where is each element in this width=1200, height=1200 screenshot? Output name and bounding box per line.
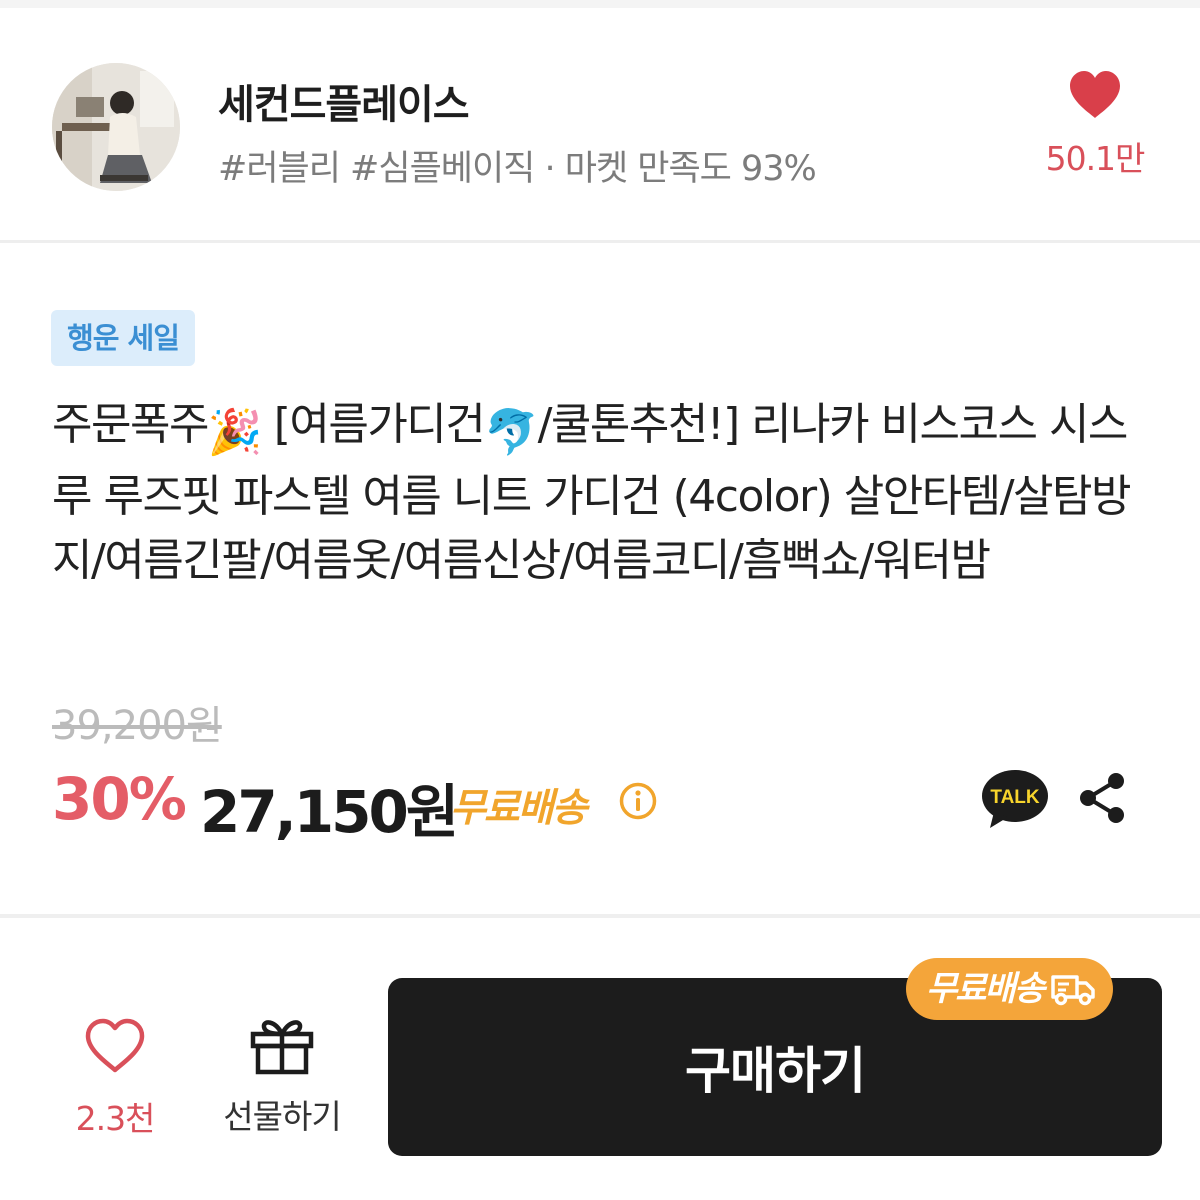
- top-divider: [0, 0, 1200, 8]
- dolphin-icon: 🐬: [484, 407, 539, 458]
- truck-icon: [1051, 975, 1095, 1006]
- free-shipping-tag-label: 무료배송: [926, 969, 1045, 1009]
- lucky-sale-badge: 행운 세일: [51, 310, 195, 366]
- product-like-button[interactable]: 2.3천: [60, 1018, 170, 1140]
- shop-like-count: 50.1만: [1045, 139, 1146, 178]
- party-popper-icon: 🎉: [207, 407, 263, 458]
- gift-icon: [250, 1020, 314, 1075]
- shop-like-button[interactable]: 50.1만: [1040, 70, 1150, 180]
- share-icon[interactable]: [1076, 770, 1128, 826]
- free-shipping-label: 무료배송: [450, 786, 588, 831]
- title-text-1: 주문폭주: [52, 399, 209, 450]
- discount-rate: 30%: [52, 765, 187, 833]
- kakao-talk-icon[interactable]: TALK: [980, 768, 1050, 830]
- heart-filled-icon: [1070, 71, 1120, 118]
- original-price: 39,200원: [52, 703, 223, 749]
- talk-label: TALK: [990, 787, 1040, 808]
- free-shipping-tag: 무료배송: [906, 958, 1114, 1020]
- info-icon[interactable]: [618, 781, 658, 821]
- sale-price: 27,150원: [200, 778, 459, 846]
- product-like-count: 2.3천: [75, 1099, 156, 1138]
- shop-tags: #러블리 #심플베이직 · 마켓 만족도 93%: [218, 149, 817, 189]
- shop-name[interactable]: 세컨드플레이스: [218, 72, 470, 130]
- section-divider: [0, 914, 1200, 918]
- product-title: 주문폭주🎉 [여름가디건🐬/쿨톤추천!] 리나카 비스코스 시스루 루즈핏 파스…: [52, 393, 1152, 593]
- gift-label: 선물하기: [223, 1097, 341, 1136]
- bottom-action-bar: 2.3천 선물하기 구매하기 무료배송: [0, 930, 1200, 1200]
- heart-outline-icon: [85, 1018, 145, 1073]
- gift-button[interactable]: 선물하기: [212, 1014, 352, 1138]
- shop-header[interactable]: 세컨드플레이스 #러블리 #심플베이직 · 마켓 만족도 93% 50.1만: [0, 8, 1200, 240]
- shop-avatar[interactable]: [52, 63, 180, 191]
- section-divider: [0, 240, 1200, 243]
- title-text-2: [여름가디건: [261, 399, 486, 450]
